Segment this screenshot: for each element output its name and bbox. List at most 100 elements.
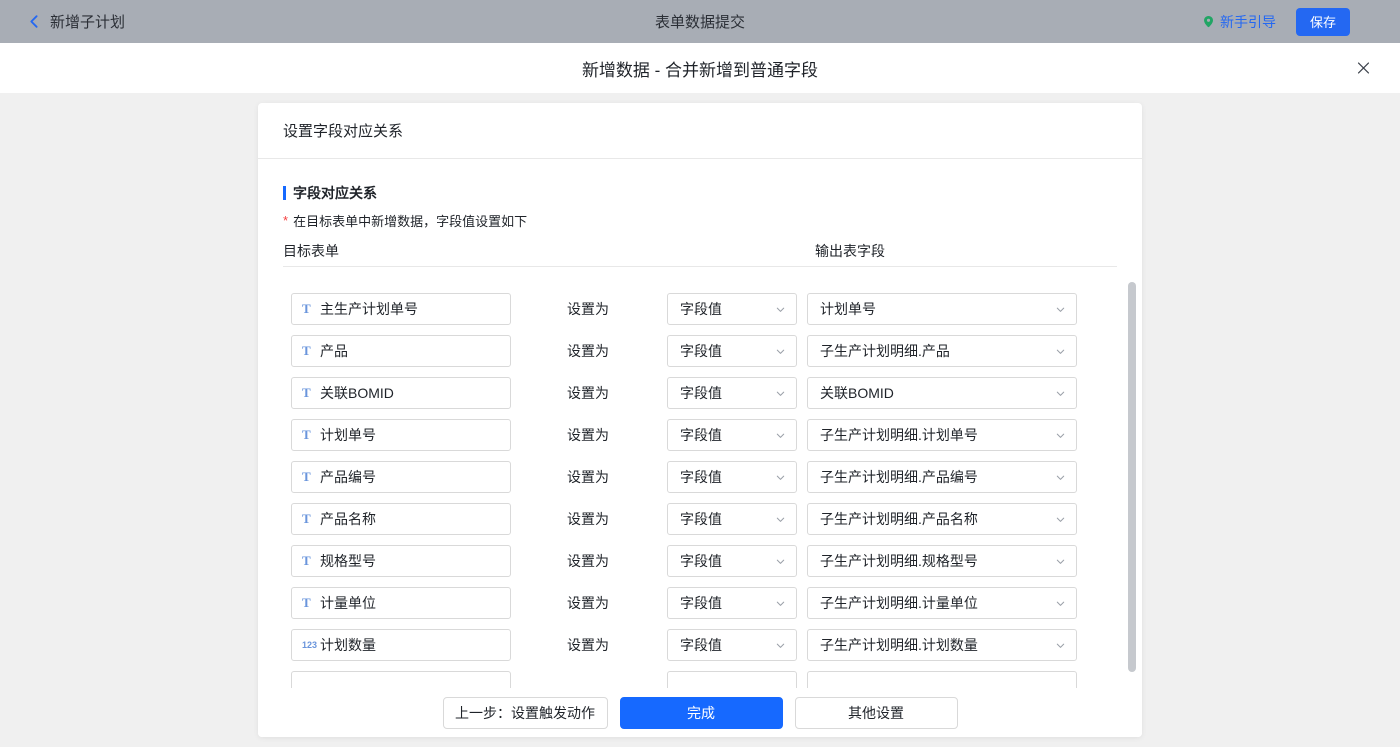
topbar-actions: 新手引导 保存 [1202,8,1350,36]
value-type-text: 字段值 [680,425,775,445]
chevron-down-icon [1055,598,1066,609]
field-type-icon: T [302,427,320,443]
target-field-input[interactable]: 123 计划数量 [291,629,511,661]
panel-footer: 上一步：设置触发动作 完成 其他设置 [258,688,1142,737]
output-field-text: 子生产计划明细.产品编号 [820,467,1055,487]
chevron-down-icon [775,640,786,651]
field-type-icon: T [302,385,320,401]
mapping-row: T 关联BOMID 设置为 字段值 关联BOMID [283,377,1117,409]
set-as-label: 设置为 [567,551,609,571]
output-field-text: 子生产计划明细.产品 [820,341,1055,361]
target-field-input[interactable]: T 产品名称 [291,503,511,535]
value-type-select[interactable]: 字段值 [667,377,797,409]
mapping-row: T 产品 设置为 字段值 子生产计划明细.产品 [283,335,1117,367]
section-title: 字段对应关系 [283,185,1117,201]
output-field-select[interactable]: 子生产计划明细.产品 [807,335,1077,367]
mapping-row: T 产品编号 设置为 字段值 子生产计划明细.产品编号 [283,461,1117,493]
output-field-text: 子生产计划明细.计划单号 [820,425,1055,445]
target-field-name: 计量单位 [320,593,376,613]
column-output-field: 输出表字段 [815,241,885,261]
target-field-name: 规格型号 [320,551,376,571]
prev-step-button[interactable]: 上一步：设置触发动作 [443,697,608,729]
chevron-down-icon [775,514,786,525]
target-field-input[interactable]: T 产品 [291,335,511,367]
scrollbar-thumb[interactable] [1128,282,1136,672]
value-type-select[interactable]: 字段值 [667,545,797,577]
mapping-row: T 计划单号 设置为 字段值 子生产计划明细.计划单号 [283,419,1117,451]
output-field-select[interactable]: 子生产计划明细.计划数量 [807,629,1077,661]
close-icon [1355,60,1372,77]
field-type-icon: T [302,511,320,527]
chevron-down-icon [775,556,786,567]
set-as-label: 设置为 [567,425,609,445]
output-field-select[interactable]: 子生产计划明细.规格型号 [807,545,1077,577]
field-type-icon: T [302,301,320,317]
set-as-label: 设置为 [567,467,609,487]
back-nav[interactable]: 新增子计划 [26,11,125,32]
field-type-icon: 123 [302,640,320,650]
hint-text: * 在目标表单中新增数据，字段值设置如下 [283,211,1117,229]
chevron-down-icon [1055,388,1066,399]
mapping-row: T 规格型号 设置为 字段值 子生产计划明细.规格型号 [283,545,1117,577]
output-field-select[interactable]: 子生产计划明细.产品名称 [807,503,1077,535]
save-button[interactable]: 保存 [1296,8,1350,36]
value-type-text: 字段值 [680,635,775,655]
output-field-text: 子生产计划明细.计划数量 [820,635,1055,655]
target-field-input[interactable]: T 规格型号 [291,545,511,577]
target-field-name: 计划数量 [320,635,376,655]
chevron-down-icon [775,388,786,399]
value-type-select[interactable]: 字段值 [667,419,797,451]
mapping-row: 123 计划数量 设置为 字段值 子生产计划明细.计划数量 [283,629,1117,661]
target-field-input[interactable]: T 关联BOMID [291,377,511,409]
set-as-label: 设置为 [567,299,609,319]
value-type-text: 字段值 [680,467,775,487]
other-settings-button[interactable]: 其他设置 [795,697,958,729]
output-field-select[interactable]: 计划单号 [807,293,1077,325]
mapping-row: T 计量单位 设置为 字段值 子生产计划明细.计量单位 [283,587,1117,619]
value-type-select[interactable]: 字段值 [667,629,797,661]
value-type-select[interactable]: 字段值 [667,587,797,619]
output-field-select[interactable]: 子生产计划明细.计划单号 [807,419,1077,451]
value-type-text: 字段值 [680,551,775,571]
section-marker [283,186,286,200]
target-field-input[interactable]: T 产品编号 [291,461,511,493]
modal-title: 新增数据 - 合并新增到普通字段 [582,56,818,81]
back-label[interactable]: 新增子计划 [50,11,125,32]
chevron-left-icon [26,13,43,30]
back-button[interactable] [26,13,43,30]
output-field-select[interactable]: 子生产计划明细.计量单位 [807,587,1077,619]
output-field-select[interactable]: 关联BOMID [807,377,1077,409]
chevron-down-icon [1055,640,1066,651]
chevron-down-icon [1055,346,1066,357]
chevron-down-icon [1055,472,1066,483]
mapping-row: T 主生产计划单号 设置为 字段值 计划单号 [283,293,1117,325]
value-type-text: 字段值 [680,383,775,403]
chevron-down-icon [1055,304,1066,315]
output-field-select[interactable]: 子生产计划明细.产品编号 [807,461,1077,493]
target-field-name: 关联BOMID [320,383,394,403]
target-field-input[interactable]: T 计量单位 [291,587,511,619]
target-field-name: 产品 [320,341,348,361]
screen: 新增子计划 表单数据提交 新手引导 保存 新增数据 - 合并新增到普通字段 设置… [0,0,1400,747]
target-field-name: 产品编号 [320,467,376,487]
target-field-name: 主生产计划单号 [320,299,418,319]
column-headers: 目标表单 输出表字段 [283,241,1117,267]
done-button[interactable]: 完成 [620,697,783,729]
close-button[interactable] [1351,56,1376,81]
chevron-down-icon [1055,514,1066,525]
chevron-down-icon [775,598,786,609]
chevron-down-icon [1055,556,1066,567]
value-type-select[interactable]: 字段值 [667,293,797,325]
value-type-select[interactable]: 字段值 [667,461,797,493]
value-type-select[interactable]: 字段值 [667,335,797,367]
guide-link[interactable]: 新手引导 [1202,12,1276,32]
page-background: 设置字段对应关系 字段对应关系 * 在目标表单中新增数据，字段值设置如下 目标表… [0,93,1400,747]
target-field-input[interactable]: T 计划单号 [291,419,511,451]
target-field-input[interactable]: T 主生产计划单号 [291,293,511,325]
output-field-text: 子生产计划明细.产品名称 [820,509,1055,529]
value-type-select[interactable]: 字段值 [667,503,797,535]
column-target-form: 目标表单 [283,241,339,261]
set-as-label: 设置为 [567,593,609,613]
chevron-down-icon [775,304,786,315]
value-type-text: 字段值 [680,509,775,529]
